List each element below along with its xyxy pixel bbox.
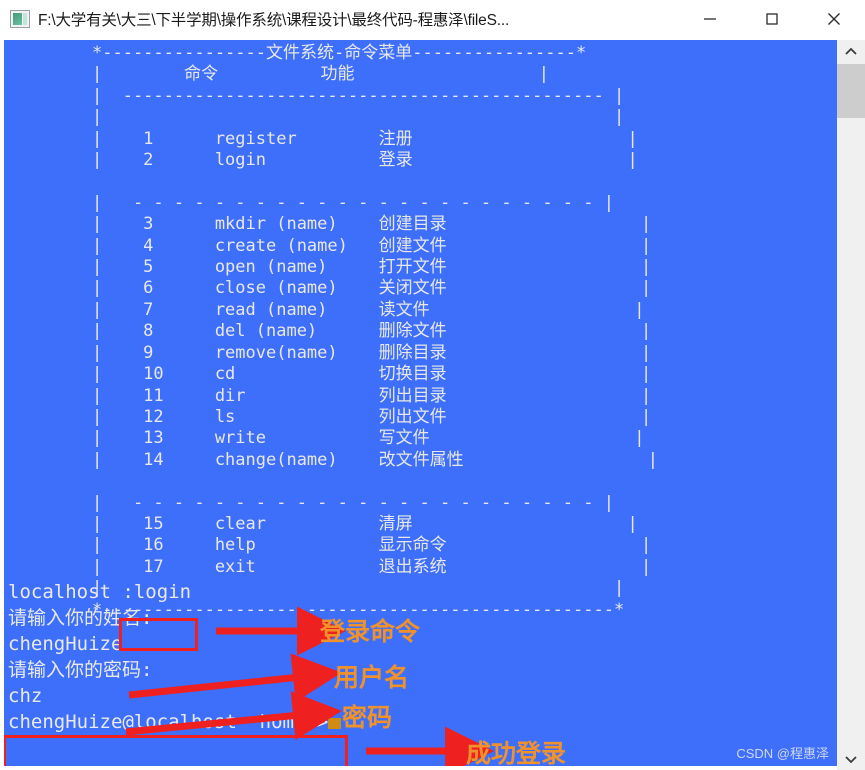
- annotation-label-username: 用户名: [334, 664, 410, 692]
- terminal-line: 请输入你的密码:: [8, 659, 153, 681]
- terminal-cursor: [328, 718, 342, 729]
- terminal-line: chz: [8, 685, 43, 707]
- scrollbar-thumb[interactable]: [837, 64, 865, 118]
- annotation-box-prompt: [4, 735, 348, 766]
- maximize-button[interactable]: [741, 0, 803, 38]
- annotation-label-login-success: 成功登录: [466, 740, 567, 766]
- annotation-label-password: 密码: [342, 704, 393, 732]
- console-window: F:\大学有关\大三\下半学期\操作系统\课程设计\最终代码-程惠泽\fileS…: [0, 0, 865, 770]
- watermark: CSDN @程惠泽: [736, 746, 829, 761]
- console-output-area[interactable]: *----------------文件系统-命令菜单--------------…: [4, 40, 837, 766]
- terminal-prompt: chengHuize@localhost home/>: [8, 709, 342, 735]
- vertical-scrollbar[interactable]: [837, 40, 865, 770]
- prompt-text: chengHuize@localhost home/>: [8, 711, 329, 733]
- terminal-line: localhost :login: [8, 581, 192, 603]
- command-menu: *----------------文件系统-命令菜单--------------…: [92, 43, 659, 620]
- close-button[interactable]: [803, 0, 865, 38]
- terminal-line: 请输入你的姓名:: [8, 607, 153, 629]
- terminal-session: localhost :login 请输入你的姓名: chengHuize 请输入你的密…: [8, 579, 342, 735]
- scroll-down-arrow-icon[interactable]: [837, 748, 865, 770]
- window-controls: [679, 0, 865, 38]
- window-title: F:\大学有关\大三\下半学期\操作系统\课程设计\最终代码-程惠泽\fileS…: [38, 12, 510, 29]
- scrollbar-track[interactable]: [837, 118, 865, 748]
- title-bar: F:\大学有关\大三\下半学期\操作系统\课程设计\最终代码-程惠泽\fileS…: [0, 0, 865, 38]
- scroll-up-arrow-icon[interactable]: [837, 40, 865, 62]
- terminal-line: chengHuize: [8, 633, 123, 655]
- minimize-button[interactable]: [679, 0, 741, 38]
- console-window-icon: [10, 10, 30, 28]
